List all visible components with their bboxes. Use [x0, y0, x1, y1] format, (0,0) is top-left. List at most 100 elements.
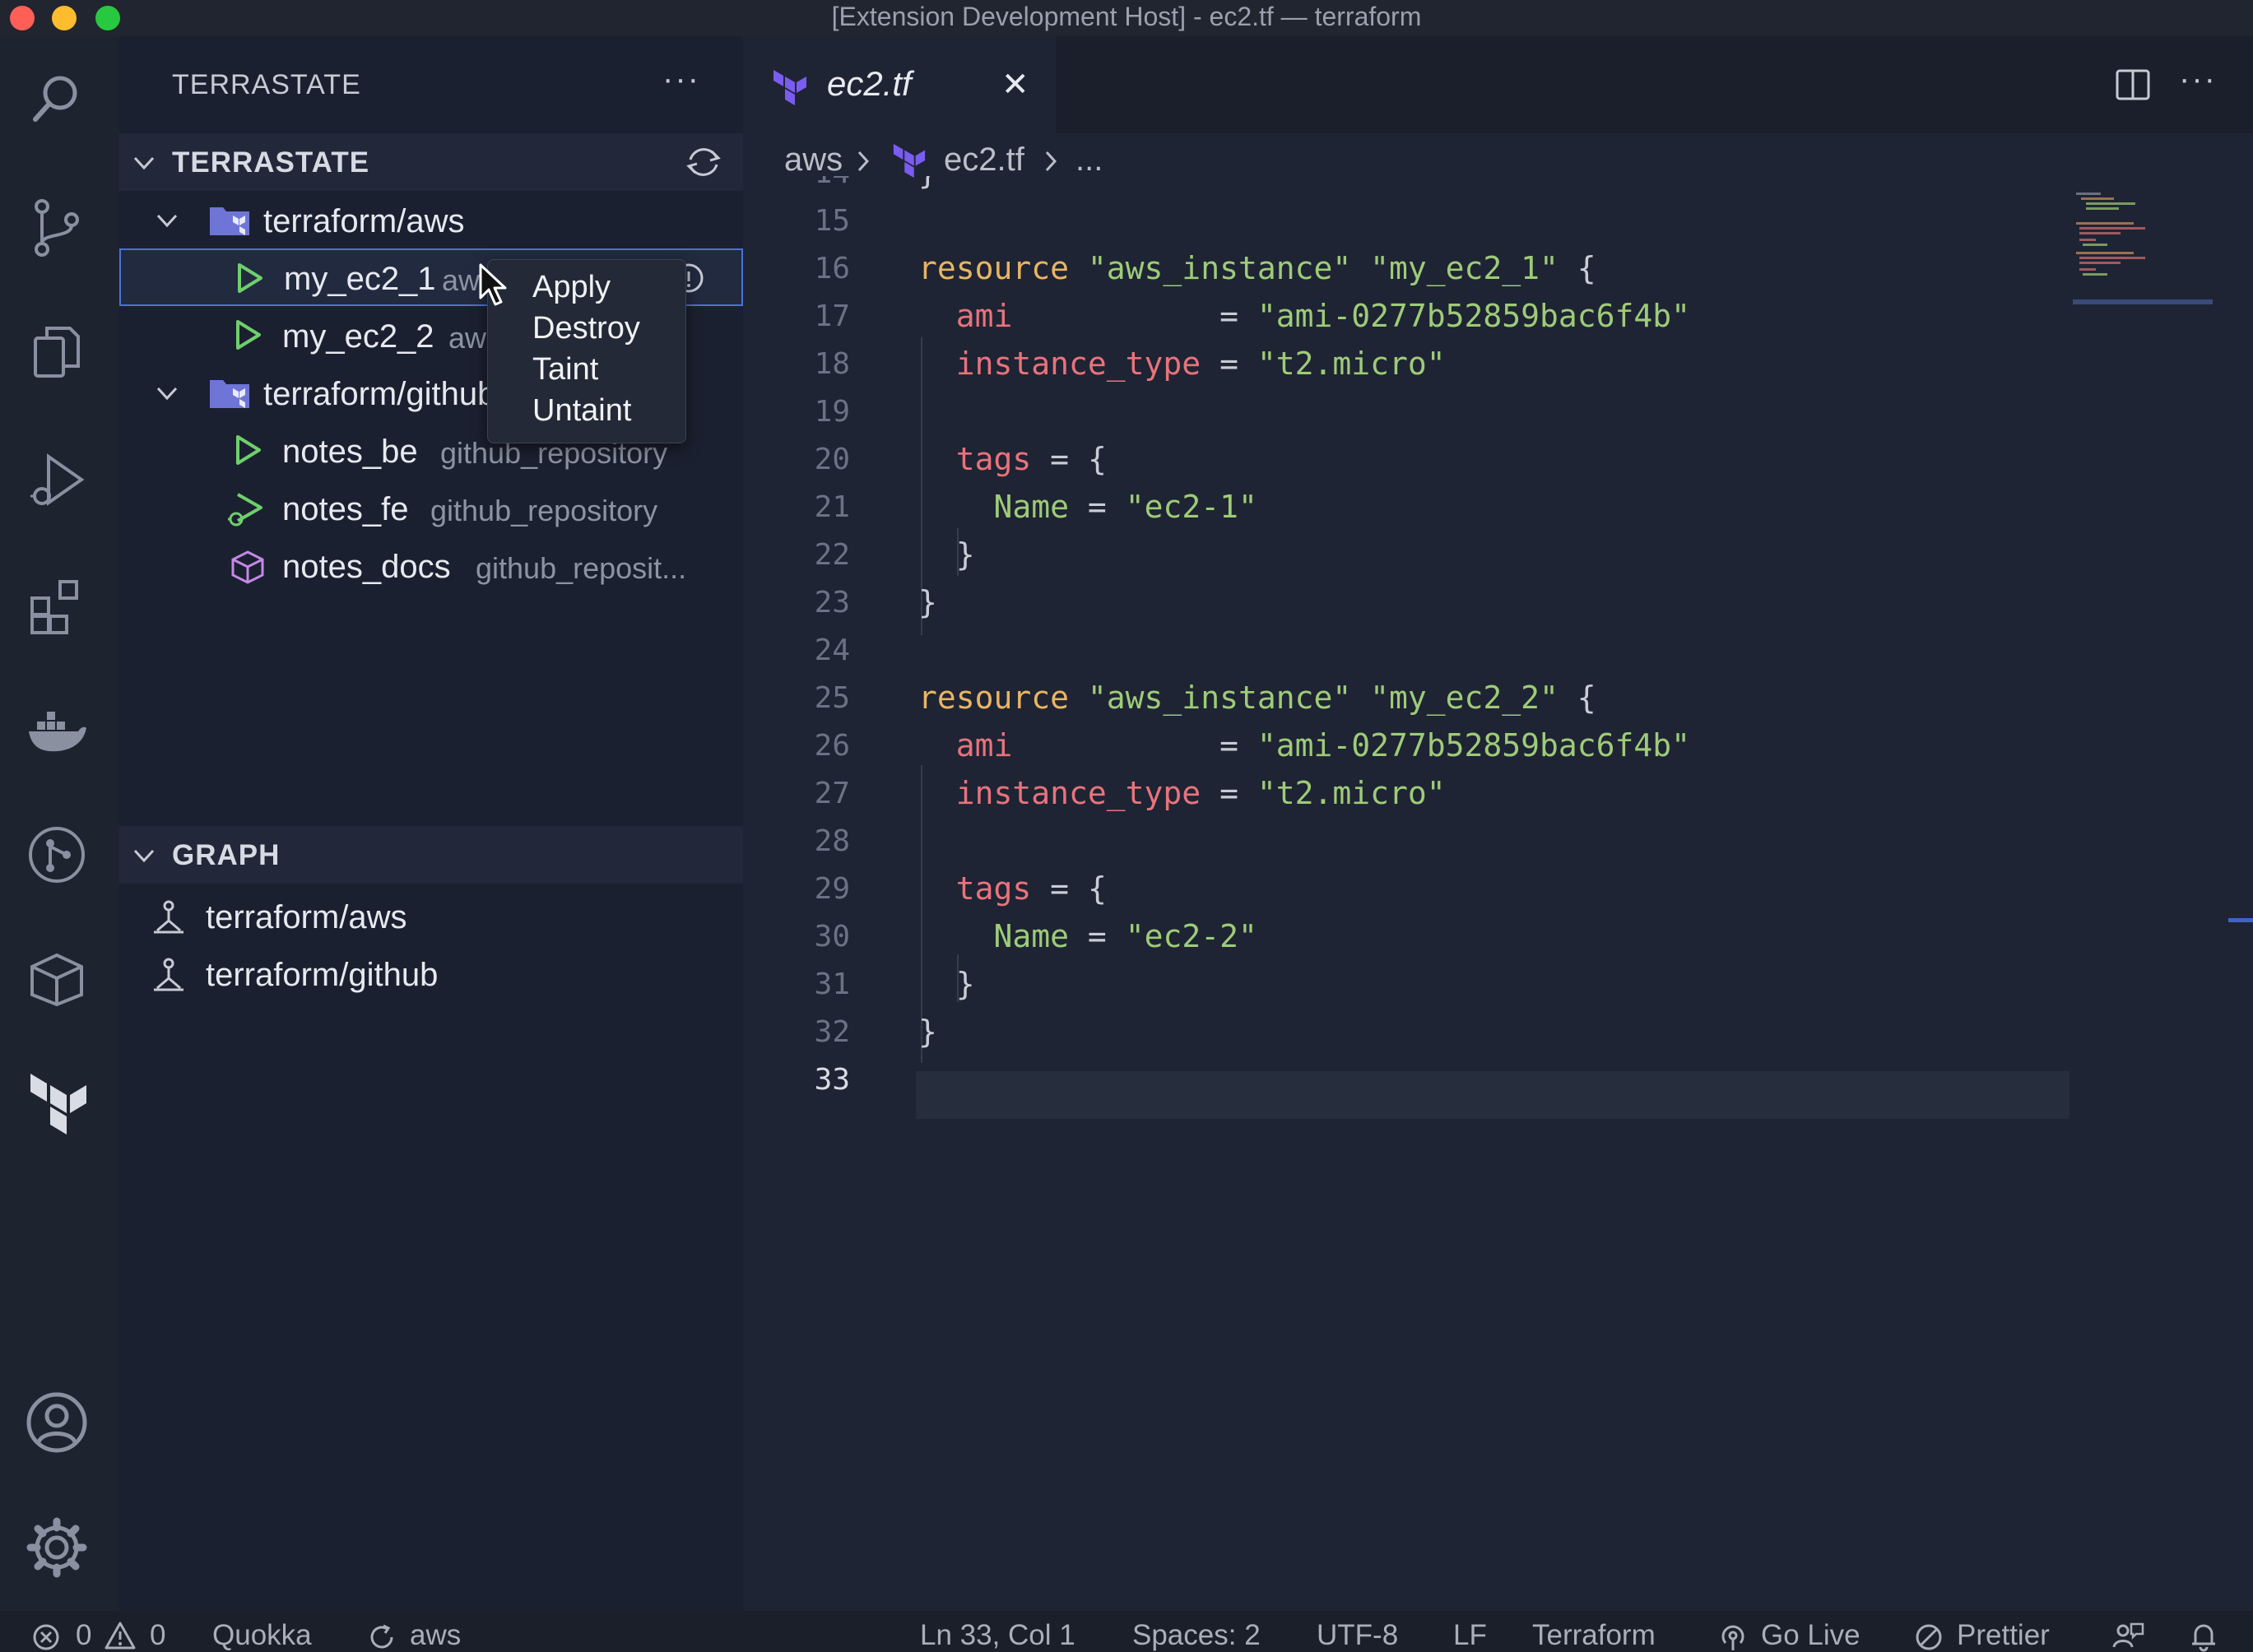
code-line[interactable]: Name = "ec2-1" [918, 489, 1257, 525]
warning-icon[interactable] [104, 1621, 137, 1650]
line-number: 25 [814, 681, 850, 715]
code-line[interactable]: ami = "ami-0277b52859bac6f4b" [918, 727, 1690, 763]
prettier-status[interactable]: Prettier [1957, 1619, 2050, 1652]
graph-node-icon [154, 900, 183, 934]
chevron-down-icon [156, 387, 178, 401]
refresh-icon[interactable] [684, 145, 723, 179]
tree-group-terraform-aws[interactable]: terraform/aws [119, 191, 743, 248]
code-line[interactable]: } [918, 1014, 937, 1050]
line-number: 26 [814, 729, 850, 763]
tab-ec2-tf[interactable]: ec2.tf ✕ [743, 36, 1056, 133]
breadcrumb-file[interactable]: ec2.tf [944, 142, 1024, 179]
breadcrumb-folder[interactable]: aws [784, 142, 843, 179]
tree-item-notes-fe[interactable]: notes_fe github_repository [119, 479, 743, 536]
tree-group-label: terraform/github [263, 376, 496, 412]
minimap[interactable] [2070, 184, 2218, 365]
broadcast-icon[interactable] [1718, 1622, 1748, 1652]
terrastate-section-header[interactable]: TERRASTATE [119, 133, 743, 191]
tree-item-notes-docs[interactable]: notes_docs github_reposit... [119, 536, 743, 594]
play-icon [236, 320, 261, 350]
graph-section-header[interactable]: GRAPH [119, 826, 743, 884]
cube-icon [231, 550, 264, 584]
menu-item-untaint[interactable]: Untaint [532, 393, 631, 429]
search-icon[interactable] [20, 63, 94, 137]
source-control-icon[interactable] [20, 191, 94, 265]
go-live-button[interactable]: Go Live [1761, 1619, 1860, 1652]
play-icon [236, 435, 261, 465]
line-number: 19 [814, 395, 850, 429]
sidebar-more-actions-button[interactable]: ··· [662, 61, 700, 98]
code-line[interactable]: instance_type = "t2.micro" [918, 346, 1446, 382]
scrollbar-marker[interactable] [2228, 918, 2253, 922]
extensions-icon[interactable] [20, 569, 94, 643]
code-line[interactable]: } [918, 536, 975, 573]
terraform-folder-icon [210, 207, 249, 235]
error-count[interactable]: 0 [76, 1619, 91, 1652]
code-line[interactable]: } [918, 966, 975, 1002]
graph-section-title: GRAPH [172, 839, 281, 871]
line-number: 29 [814, 872, 850, 906]
sidebar-title: TERRASTATE [172, 69, 361, 100]
graph-item-terraform-aws[interactable]: terraform/aws [119, 887, 743, 944]
language-mode[interactable]: Terraform [1532, 1619, 1656, 1652]
bell-icon[interactable] [2189, 1621, 2218, 1652]
git-graph-icon[interactable] [20, 818, 94, 892]
graph-item-label: terraform/github [206, 957, 439, 993]
line-number: 33 [814, 1063, 850, 1097]
encoding-status[interactable]: UTF-8 [1317, 1619, 1398, 1652]
split-editor-icon[interactable] [2114, 66, 2152, 104]
code-line[interactable]: tags = { [918, 870, 1107, 907]
window-title: [Extension Development Host] - ec2.tf — … [831, 2, 1422, 31]
title-bar: [Extension Development Host] - ec2.tf — … [0, 0, 2253, 36]
account-icon[interactable] [20, 1385, 94, 1459]
mouse-cursor-icon [479, 263, 507, 306]
menu-item-taint[interactable]: Taint [532, 352, 598, 387]
breadcrumb-symbol[interactable]: ... [1075, 142, 1103, 179]
code-line[interactable]: } [918, 176, 937, 191]
explorer-icon[interactable] [20, 316, 94, 390]
line-number: 15 [814, 204, 850, 238]
terrastate-section-title: TERRASTATE [172, 146, 370, 179]
quokka-status[interactable]: Quokka [212, 1619, 312, 1652]
feedback-icon[interactable] [2111, 1621, 2144, 1652]
more-actions-button[interactable]: ··· [2179, 61, 2217, 98]
play-icon [238, 263, 262, 293]
indentation-status[interactable]: Spaces: 2 [1132, 1619, 1261, 1652]
code-area[interactable]: 14} 15 16 resource "aws_instance" "my_ec2_1… [743, 176, 2070, 1611]
package-icon[interactable] [20, 941, 94, 1015]
line-number: 27 [814, 777, 850, 810]
menu-item-apply[interactable]: Apply [532, 270, 611, 305]
code-line[interactable]: instance_type = "t2.micro" [918, 775, 1446, 811]
graph-item-terraform-github[interactable]: terraform/github [119, 944, 743, 1002]
line-number: 17 [814, 299, 850, 333]
prettier-icon[interactable] [1914, 1622, 1944, 1652]
line-number: 16 [814, 252, 850, 285]
sync-icon[interactable] [367, 1622, 397, 1652]
code-line[interactable]: ami = "ami-0277b52859bac6f4b" [918, 298, 1690, 334]
resource-name: notes_docs [282, 549, 451, 585]
code-line[interactable]: } [918, 584, 937, 620]
error-icon[interactable] [31, 1622, 61, 1652]
menu-item-destroy[interactable]: Destroy [532, 311, 640, 346]
workspace-status[interactable]: aws [410, 1619, 461, 1652]
terraform-file-icon [773, 70, 806, 105]
terraform-icon[interactable] [20, 1065, 94, 1139]
settings-gear-icon[interactable] [20, 1510, 94, 1585]
chevron-down-icon [133, 849, 155, 863]
code-line[interactable]: resource "aws_instance" "my_ec2_1" { [918, 250, 1596, 286]
tab-bar: ec2.tf ✕ ··· [743, 36, 2253, 133]
chevron-right-icon [1045, 151, 1057, 172]
code-line[interactable]: resource "aws_instance" "my_ec2_2" { [918, 680, 1596, 716]
eol-status[interactable]: LF [1453, 1619, 1487, 1652]
line-number: 22 [814, 538, 850, 572]
close-icon[interactable]: ✕ [1001, 66, 1029, 104]
line-number: 14 [743, 176, 850, 190]
code-line[interactable]: Name = "ec2-2" [918, 918, 1257, 954]
docker-icon[interactable] [20, 694, 94, 768]
context-menu: Apply Destroy Taint Untaint [487, 259, 686, 443]
warning-count[interactable]: 0 [150, 1619, 165, 1652]
cursor-position[interactable]: Ln 33, Col 1 [920, 1619, 1075, 1652]
run-debug-icon[interactable] [20, 444, 94, 518]
line-number: 28 [814, 824, 850, 858]
code-line[interactable]: tags = { [918, 441, 1107, 477]
